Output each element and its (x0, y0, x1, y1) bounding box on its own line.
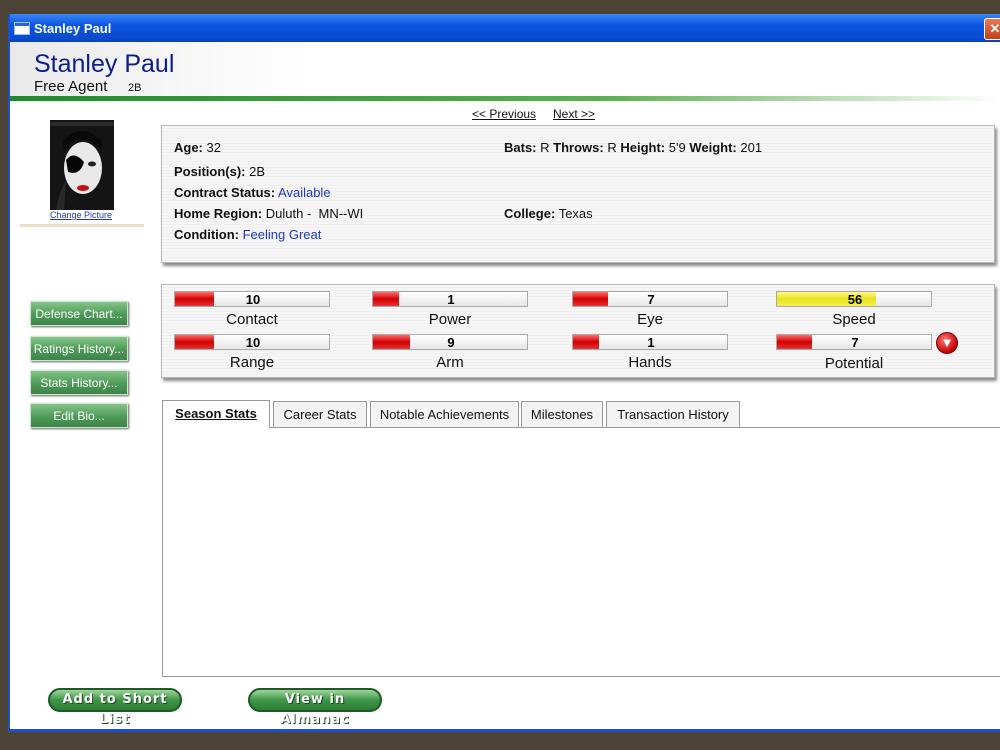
throws-value: R (607, 140, 617, 155)
header-divider (10, 96, 1000, 101)
view-in-almanac-button[interactable]: View in Almanac (248, 688, 382, 727)
condition-value: Feeling Great (242, 227, 322, 242)
player-info-panel: Age: 32 Bats: R Throws: R Height: 5'9 We… (161, 125, 995, 263)
change-picture-link[interactable]: Change Picture (50, 210, 112, 220)
contact-label: Contact (226, 311, 278, 328)
hands-rating-bar: 1 (572, 334, 728, 350)
ratings-history-button[interactable]: Ratings History... (30, 336, 128, 361)
window-icon (14, 22, 30, 35)
weight-label: Weight: (689, 140, 737, 155)
photo-divider (20, 224, 144, 227)
player-name: Stanley Paul (34, 50, 175, 78)
speed-label: Speed (832, 311, 876, 328)
tab-career-stats[interactable]: Career Stats (273, 401, 367, 427)
contact-rating-bar: 10 (174, 291, 330, 307)
arm-label: Arm (436, 354, 464, 371)
player-header: Stanley Paul Free Agent 2B (10, 42, 1000, 102)
previous-link[interactable]: << Previous (472, 107, 536, 121)
power-rating-value: 1 (447, 292, 455, 307)
power-rating-bar: 1 (372, 291, 528, 307)
contract-label: Contract Status: (174, 185, 276, 200)
region-row: Home Region: Duluth - MN--WI (174, 206, 363, 221)
tab-milestones[interactable]: Milestones (521, 401, 603, 427)
player-window: Stanley Paul ✕ Stanley Paul Free Agent 2… (8, 14, 1000, 732)
speed-rating-value: 56 (847, 292, 863, 307)
tab-transaction-history[interactable]: Transaction History (606, 401, 740, 427)
potential-label: Potential (824, 355, 884, 372)
defense-chart-button[interactable]: Defense Chart... (30, 301, 128, 326)
tab-season-stats[interactable]: Season Stats (162, 400, 270, 428)
stats-history-button[interactable]: Stats History... (30, 370, 128, 395)
college-value: Texas (558, 206, 593, 221)
college-row: College: Texas (504, 206, 593, 221)
condition-row: Condition: Feeling Great (174, 227, 321, 242)
tab-content-area (162, 427, 1000, 677)
positions-value: 2B (249, 164, 266, 179)
close-icon[interactable]: ✕ (984, 18, 1000, 40)
height-label: Height: (620, 140, 666, 155)
positions-label: Position(s): (174, 164, 246, 179)
height-value: 5'9 (668, 140, 686, 155)
speed-rating-bar: 56 (776, 291, 932, 307)
player-position: 2B (128, 82, 142, 94)
college-label: College: (504, 206, 556, 221)
physical-row: Bats: R Throws: R Height: 5'9 Weight: 20… (504, 140, 762, 155)
potential-rating-bar: 7 (776, 334, 932, 350)
tab-notable-achievements[interactable]: Notable Achievements (370, 401, 519, 427)
eye-rating-value: 7 (647, 292, 655, 307)
player-status: Free Agent (34, 78, 108, 95)
potential-rating-value: 7 (851, 335, 859, 350)
bats-label: Bats: (504, 140, 537, 155)
region-value: Duluth - MN--WI (265, 206, 364, 221)
edit-bio-button[interactable]: Edit Bio... (30, 403, 128, 428)
region-label: Home Region: (174, 206, 263, 221)
power-label: Power (428, 311, 472, 328)
positions-row: Position(s): 2B (174, 164, 265, 179)
down-arrow-icon[interactable]: ▼ (936, 332, 958, 354)
hands-label: Hands (628, 354, 672, 371)
age-row: Age: 32 (174, 140, 221, 155)
arm-rating-value: 9 (447, 335, 455, 350)
eye-rating-bar: 7 (572, 291, 728, 307)
range-rating-value: 10 (245, 335, 261, 350)
player-photo[interactable] (50, 120, 114, 210)
bats-value: R (540, 140, 550, 155)
next-link[interactable]: Next >> (553, 107, 595, 121)
title-bar[interactable]: Stanley Paul ✕ (10, 14, 1000, 42)
throws-label: Throws: (553, 140, 604, 155)
range-label: Range (229, 354, 275, 371)
contract-row: Contract Status: Available (174, 185, 331, 200)
arm-rating-bar: 9 (372, 334, 528, 350)
hands-rating-value: 1 (647, 335, 655, 350)
age-label: Age: (174, 140, 203, 155)
eye-label: Eye (637, 311, 663, 328)
contact-rating-value: 10 (245, 292, 261, 307)
window-title: Stanley Paul (34, 21, 112, 36)
weight-value: 201 (740, 140, 763, 155)
contract-value: Available (278, 185, 331, 200)
add-to-short-list-button[interactable]: Add to Short List (48, 688, 182, 727)
condition-label: Condition: (174, 227, 239, 242)
player-photo-image (50, 120, 114, 210)
range-rating-bar: 10 (174, 334, 330, 350)
age-value: 32 (206, 140, 221, 155)
